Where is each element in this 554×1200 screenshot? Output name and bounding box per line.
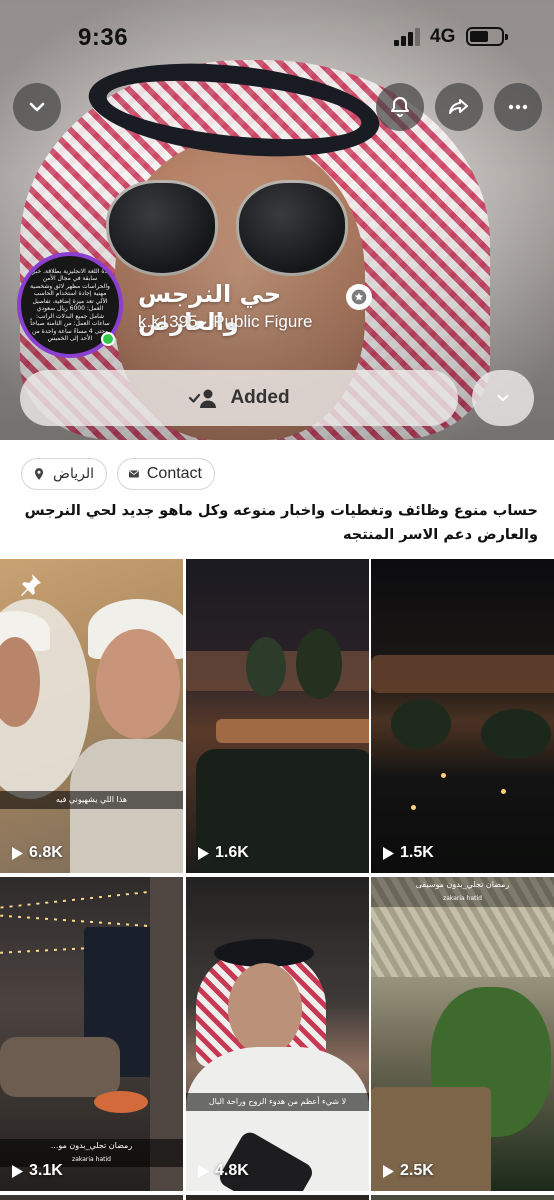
- story-tile[interactable]: لا شيء أعظم من هدوء الروح وراحة البال 4.…: [186, 877, 369, 1191]
- close-profile-button[interactable]: [13, 83, 61, 131]
- story-tile[interactable]: 1.6K: [186, 559, 369, 873]
- play-icon: [383, 846, 394, 860]
- view-count: 3.1K: [12, 1162, 63, 1180]
- share-button[interactable]: [435, 83, 483, 131]
- view-count: 1.6K: [198, 844, 249, 862]
- story-caption: هذا اللي يشهيوني فيه: [0, 791, 183, 809]
- ellipsis-icon: [508, 104, 528, 110]
- view-count: 4.8K: [198, 1162, 249, 1180]
- envelope-icon: [128, 470, 139, 478]
- network-type: 4G: [430, 26, 456, 47]
- view-count: 6.8K: [12, 844, 63, 862]
- play-icon: [198, 1164, 209, 1178]
- added-label: Added: [230, 387, 290, 408]
- play-icon: [198, 846, 209, 860]
- notification-button[interactable]: [376, 83, 424, 131]
- battery-icon: [466, 27, 508, 46]
- more-options-button[interactable]: [494, 83, 542, 131]
- play-icon: [12, 846, 23, 860]
- play-icon: [12, 1164, 23, 1178]
- bell-icon: [391, 97, 409, 117]
- view-count: 2.5K: [383, 1162, 434, 1180]
- pin-icon: [21, 574, 41, 596]
- username: k.k1395: [138, 312, 198, 331]
- location-chip[interactable]: الرياض: [21, 458, 107, 490]
- contact-chip[interactable]: Contact: [117, 458, 215, 490]
- location-pin-icon: [34, 468, 44, 480]
- story-tile[interactable]: هذا اللي يشهيوني فيه 6.8K: [0, 559, 183, 873]
- chevron-down-icon: [497, 394, 509, 402]
- chevron-down-icon: [29, 102, 45, 112]
- profile-meta: k.k1395 · Public Figure: [138, 312, 312, 332]
- share-arrow-icon: [449, 99, 468, 114]
- story-tile[interactable]: رمضان تجلي_بدون موسيقى zakaria hatid 2.5…: [371, 877, 554, 1191]
- signal-icon: [394, 28, 420, 46]
- expand-actions-button[interactable]: [472, 370, 534, 426]
- story-caption: لا شيء أعظم من هدوء الروح وراحة البال: [186, 1093, 369, 1111]
- view-count: 1.5K: [383, 844, 434, 862]
- star-badge-icon: [346, 284, 372, 310]
- play-icon: [383, 1164, 394, 1178]
- story-tile[interactable]: [371, 1195, 554, 1200]
- online-status-dot: [101, 332, 115, 346]
- story-tile[interactable]: رمضان تجلي_بدون مو... zakaria hatid 3.1K: [0, 877, 183, 1191]
- status-time: 9:36: [78, 24, 129, 51]
- story-tile[interactable]: [0, 1195, 183, 1200]
- story-tile[interactable]: [186, 1195, 369, 1200]
- added-button[interactable]: Added: [20, 370, 458, 426]
- added-friend-icon: [189, 389, 217, 408]
- avatar-text: مدة اللغة الانجليزية بطلاقة. خبرة سابقة …: [29, 267, 111, 343]
- profile-bio: حساب منوع وظائف وتغطيات واخبار منوعه وكل…: [24, 503, 538, 543]
- story-caption: رمضان تجلي_بدون موسيقى zakaria hatid: [371, 877, 554, 907]
- meta-separator: ·: [202, 312, 209, 331]
- profile-category: Public Figure: [213, 312, 313, 331]
- status-bar: 9:36 4G: [0, 0, 554, 72]
- story-grid: هذا اللي يشهيوني فيه 6.8K 1.6K 1.5K رمضا…: [0, 559, 554, 1200]
- story-tile[interactable]: 1.5K: [371, 559, 554, 873]
- contact-label: Contact: [146, 465, 202, 482]
- location-label: الرياض: [53, 466, 94, 482]
